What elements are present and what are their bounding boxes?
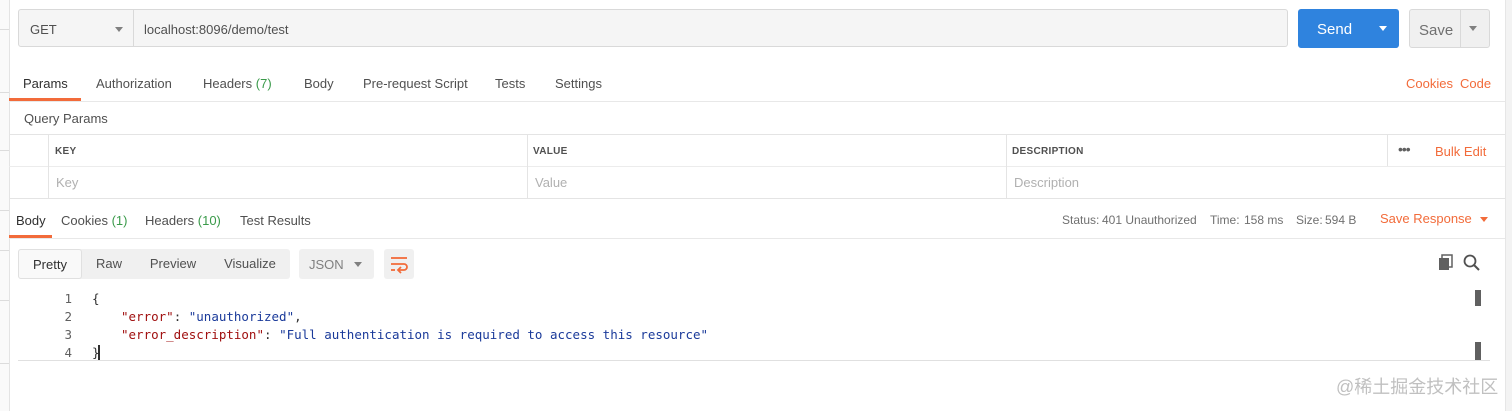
format-value: JSON	[309, 257, 344, 272]
editor-scrollbar-thumb[interactable]	[1475, 290, 1481, 306]
table-row-divider	[9, 166, 1505, 167]
json-key: "error"	[121, 309, 174, 324]
tab-response-headers[interactable]: Headers (10)	[145, 213, 221, 228]
right-scrollbar[interactable]	[1505, 0, 1512, 411]
status-label: Status:	[1062, 213, 1100, 227]
chevron-down-icon	[1479, 217, 1488, 223]
json-key: "error_description"	[121, 327, 264, 342]
chevron-down-icon	[354, 262, 362, 267]
send-options-chevron-icon[interactable]	[1379, 26, 1387, 31]
column-header-description: DESCRIPTION	[1012, 146, 1084, 157]
search-icon[interactable]	[1462, 253, 1482, 273]
view-pretty[interactable]: Pretty	[18, 249, 82, 279]
tab-pre-request-script[interactable]: Pre-request Script	[363, 76, 468, 91]
description-input[interactable]: Description	[1014, 175, 1079, 190]
save-options-chevron-icon[interactable]	[1469, 26, 1477, 31]
json-value: "Full authentication is required to acce…	[279, 327, 709, 342]
save-label: Save	[1419, 22, 1454, 39]
line-number: 4	[64, 345, 72, 360]
tab-headers-count: (7)	[255, 76, 272, 91]
tab-test-results[interactable]: Test Results	[240, 213, 311, 228]
format-select[interactable]: JSON	[299, 249, 374, 279]
column-divider	[1387, 135, 1388, 166]
more-options-icon[interactable]: •••	[1398, 141, 1411, 157]
sidebar-divider	[0, 92, 9, 93]
save-response-label: Save Response	[1380, 211, 1472, 226]
tab-response-headers-label: Headers	[145, 213, 195, 228]
time-label: Time:	[1210, 213, 1240, 227]
code-line: {	[92, 291, 100, 306]
line-number: 1	[64, 291, 72, 306]
column-header-value: VALUE	[533, 146, 568, 157]
editor-bottom-border	[18, 360, 1490, 361]
status-value: 401 Unauthorized	[1102, 213, 1197, 227]
save-response-button[interactable]: Save Response	[1380, 211, 1488, 226]
method-value: GET	[30, 22, 57, 37]
code-line: "error_description": "Full authenticatio…	[121, 327, 709, 342]
send-label: Send	[1317, 21, 1353, 38]
time-value: 158 ms	[1244, 213, 1284, 227]
tab-response-cookies-label: Cookies	[61, 213, 108, 228]
tab-response-body[interactable]: Body	[16, 213, 46, 228]
active-tab-indicator	[9, 235, 52, 238]
method-select[interactable]: GET	[18, 9, 134, 47]
column-header-key: KEY	[55, 146, 77, 157]
code-line: "error": "unauthorized",	[121, 309, 302, 324]
tab-response-cookies-count: (1)	[111, 213, 128, 228]
wrap-lines-icon	[391, 257, 408, 274]
line-number: 3	[64, 327, 72, 342]
tab-authorization[interactable]: Authorization	[96, 76, 172, 91]
size-label: Size:	[1296, 213, 1323, 227]
tab-tests[interactable]: Tests	[495, 76, 525, 91]
send-button[interactable]: Send	[1298, 9, 1399, 48]
key-input[interactable]: Key	[56, 175, 78, 190]
view-raw[interactable]: Raw	[90, 249, 128, 279]
code-link[interactable]: Code	[1460, 76, 1491, 91]
view-visualize[interactable]: Visualize	[220, 249, 280, 279]
tab-body[interactable]: Body	[304, 76, 334, 91]
column-divider	[48, 135, 49, 198]
query-params-table: KEY VALUE DESCRIPTION ••• Bulk Edit Key …	[9, 134, 1505, 199]
text-cursor	[98, 345, 100, 360]
chevron-down-icon	[115, 27, 123, 32]
column-divider	[1006, 135, 1007, 198]
sidebar-divider	[0, 210, 9, 211]
sidebar-divider	[0, 300, 9, 301]
tab-headers[interactable]: Headers (7)	[203, 76, 272, 91]
line-number: 2	[64, 309, 72, 324]
url-input[interactable]: localhost:8096/demo/test	[134, 9, 1288, 47]
json-value: "unauthorized"	[188, 309, 295, 324]
tab-params[interactable]: Params	[23, 76, 68, 91]
tab-response-headers-count: (10)	[197, 213, 221, 228]
save-divider	[1460, 10, 1461, 47]
save-button[interactable]: Save	[1409, 9, 1490, 48]
tab-settings[interactable]: Settings	[555, 76, 602, 91]
watermark: @稀土掘金技术社区	[1336, 377, 1499, 397]
sidebar-divider	[0, 29, 9, 30]
request-tabs: Params Authorization Headers (7) Body Pr…	[9, 60, 1505, 102]
copy-icon[interactable]	[1436, 253, 1456, 273]
cookies-link[interactable]: Cookies	[1406, 76, 1453, 91]
tab-response-cookies[interactable]: Cookies (1)	[61, 213, 127, 228]
sidebar-divider	[0, 363, 9, 364]
sidebar-divider	[0, 150, 9, 151]
column-divider	[527, 135, 528, 198]
size-value: 594 B	[1325, 213, 1357, 227]
value-input[interactable]: Value	[535, 175, 567, 190]
bulk-edit-link[interactable]: Bulk Edit	[1435, 144, 1486, 159]
sidebar-divider	[0, 250, 9, 251]
view-preview[interactable]: Preview	[146, 249, 200, 279]
wrap-lines-button[interactable]	[384, 249, 414, 279]
editor-scrollbar-thumb[interactable]	[1475, 342, 1481, 360]
view-mode-selector: Pretty Raw Preview Visualize	[18, 249, 290, 279]
url-value: localhost:8096/demo/test	[144, 22, 289, 37]
tab-headers-label: Headers	[203, 76, 253, 91]
query-params-title: Query Params	[24, 111, 108, 126]
active-tab-indicator	[9, 98, 81, 101]
